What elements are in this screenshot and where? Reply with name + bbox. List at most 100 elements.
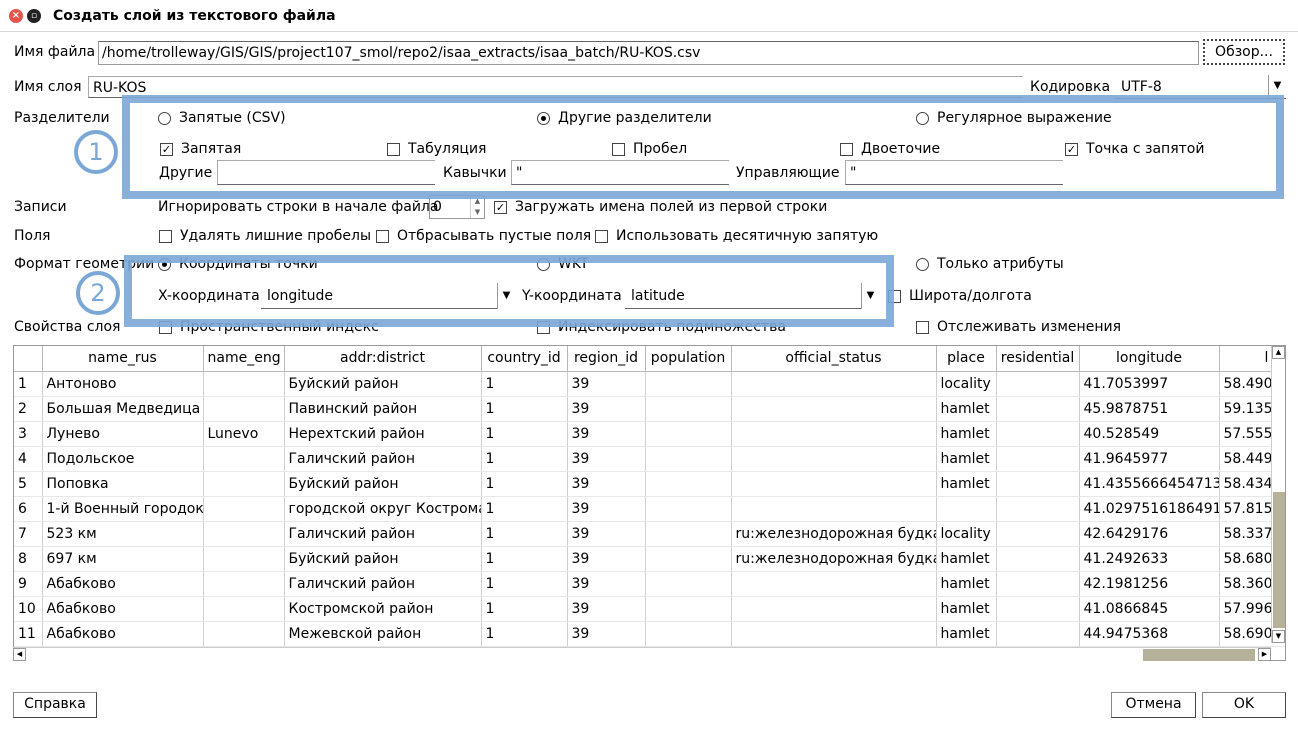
column-header[interactable]: name_rus (42, 346, 204, 372)
preview-table-container[interactable]: name_rus name_eng addr:district country_id r… (13, 345, 1286, 661)
row-number: 1 (14, 371, 43, 397)
row-number: 7 (14, 521, 43, 547)
radio-attr-only-label: Только атрибуты (937, 256, 1064, 272)
table-cell: 39 (567, 621, 646, 647)
table-cell: Нерехтский район (284, 421, 482, 447)
table-row[interactable]: 7 523 км Галичский район 1 39 ru:железнодорож… (14, 521, 1285, 547)
header-row-checkbox[interactable]: ✓ Загружать имена полей из первой строки (494, 199, 827, 215)
vertical-scrollbar[interactable]: ▲ ▼ (1271, 346, 1285, 643)
spin-arrows-icon[interactable]: ▲ ▼ (470, 196, 484, 218)
highlight-box-geometry (124, 255, 894, 327)
horizontal-scroll-thumb[interactable] (1143, 649, 1255, 661)
table-row[interactable]: 4 Подольское Галичский район 1 39 hamlet 41.96… (14, 446, 1285, 472)
table-cell (731, 496, 937, 522)
table-cell: Подольское (42, 446, 204, 472)
table-row[interactable]: 8 697 км Буйский район 1 39 ru:железнодорожна… (14, 546, 1285, 572)
checkbox-icon (376, 229, 389, 243)
close-icon[interactable]: × (9, 9, 23, 23)
table-corner (14, 346, 43, 372)
table-cell: 40.528549 (1079, 421, 1220, 447)
table-cell (203, 371, 285, 397)
table-cell (203, 496, 285, 522)
table-cell (936, 496, 997, 522)
table-cell: Абабково (42, 596, 204, 622)
discard-empty-checkbox[interactable]: Отбрасывать пустые поля (376, 228, 591, 244)
table-cell: Буйский район (284, 546, 482, 572)
table-cell: 697 км (42, 546, 204, 572)
encoding-label: Кодировка (1030, 79, 1111, 95)
table-row[interactable]: 2 Большая Медведица Павинский район 1 39 haml… (14, 396, 1285, 422)
column-header[interactable]: longitude (1079, 346, 1220, 372)
radio-icon (916, 257, 929, 271)
table-cell (996, 621, 1080, 647)
table-row[interactable]: 11 Абабково Межевской район 1 39 hamlet 44.947… (14, 621, 1285, 647)
table-cell: hamlet (936, 396, 997, 422)
decimal-comma-checkbox[interactable]: Использовать десятичную запятую (595, 228, 878, 244)
table-cell: ru:железнодорожная будка (731, 521, 937, 547)
row-number: 3 (14, 421, 43, 447)
table-row[interactable]: 5 Поповка Буйский район 1 39 hamlet 41.4355666… (14, 471, 1285, 497)
badge-1: 1 (74, 130, 118, 174)
table-cell: 1 (481, 471, 568, 497)
cancel-button[interactable]: Отмена (1111, 692, 1196, 718)
scroll-up-icon[interactable]: ▲ (1272, 346, 1285, 359)
horizontal-scrollbar[interactable]: ◀ ▶ (13, 647, 1271, 661)
column-header[interactable]: place (936, 346, 997, 372)
table-cell (731, 571, 937, 597)
table-cell: Павинский район (284, 396, 482, 422)
table-cell: 39 (567, 571, 646, 597)
table-cell: 1 (481, 421, 568, 447)
table-cell (645, 496, 732, 522)
table-cell: hamlet (936, 471, 997, 497)
table-cell: hamlet (936, 571, 997, 597)
column-header[interactable]: addr:district (284, 346, 482, 372)
table-cell: Буйский район (284, 471, 482, 497)
table-cell: Поповка (42, 471, 204, 497)
radio-attr-only[interactable]: Только атрибуты (916, 256, 1064, 272)
table-cell: hamlet (936, 621, 997, 647)
table-cell (731, 621, 937, 647)
table-cell: 523 км (42, 521, 204, 547)
table-row[interactable]: 9 Абабково Галичский район 1 39 hamlet 42.1981… (14, 571, 1285, 597)
column-header[interactable]: population (645, 346, 732, 372)
table-cell: 39 (567, 596, 646, 622)
table-cell (731, 446, 937, 472)
table-row[interactable]: 10 Абабково Костромской район 1 39 hamlet 41.0… (14, 596, 1285, 622)
table-cell: 41.4355666454713 (1079, 471, 1220, 497)
column-header[interactable]: name_eng (203, 346, 285, 372)
table-cell: 1 (481, 371, 568, 397)
table-cell (996, 471, 1080, 497)
table-cell (996, 571, 1080, 597)
table-cell: 1 (481, 396, 568, 422)
table-cell: Абабково (42, 571, 204, 597)
column-header[interactable]: residential (996, 346, 1080, 372)
scroll-right-icon[interactable]: ▶ (1258, 648, 1271, 661)
dms-checkbox[interactable]: Широта/долгота (888, 288, 1032, 304)
column-header[interactable]: country_id (481, 346, 568, 372)
window-title: Создать слой из текстового файла (53, 8, 336, 24)
scroll-left-icon[interactable]: ◀ (13, 648, 26, 661)
scroll-down-icon[interactable]: ▼ (1272, 630, 1285, 643)
decimal-comma-label: Использовать десятичную запятую (616, 228, 879, 244)
table-row[interactable]: 1 Антоново Буйский район 1 39 locality 41.7053… (14, 371, 1285, 397)
column-header[interactable]: region_id (567, 346, 646, 372)
column-header[interactable]: official_status (731, 346, 937, 372)
vertical-scroll-thumb[interactable] (1273, 492, 1285, 628)
table-cell: 42.6429176 (1079, 521, 1220, 547)
table-cell: 1 (481, 571, 568, 597)
table-row[interactable]: 3 Лунево Lunevo Нерехтский район 1 39 hamlet 40… (14, 421, 1285, 447)
watch-file-checkbox[interactable]: Отслеживать изменения (916, 319, 1121, 335)
help-button[interactable]: Справка (13, 692, 97, 718)
browse-button[interactable]: Обзор... (1203, 39, 1285, 65)
table-row[interactable]: 6 1-й Военный городок городской округ Кост… (14, 496, 1285, 522)
row-number: 9 (14, 571, 43, 597)
table-cell: Костромской район (284, 596, 482, 622)
trim-checkbox[interactable]: Удалять лишние пробелы (159, 228, 371, 244)
file-path-field[interactable]: /home/trolleway/GIS/GIS/project107_smol/… (98, 41, 1199, 65)
discard-empty-label: Отбрасывать пустые поля (397, 228, 592, 244)
table-cell (645, 446, 732, 472)
table-cell: 1 (481, 546, 568, 572)
ok-button[interactable]: OK (1202, 692, 1286, 718)
fields-label: Поля (14, 228, 51, 244)
maximize-icon[interactable]: ▫ (27, 9, 41, 23)
